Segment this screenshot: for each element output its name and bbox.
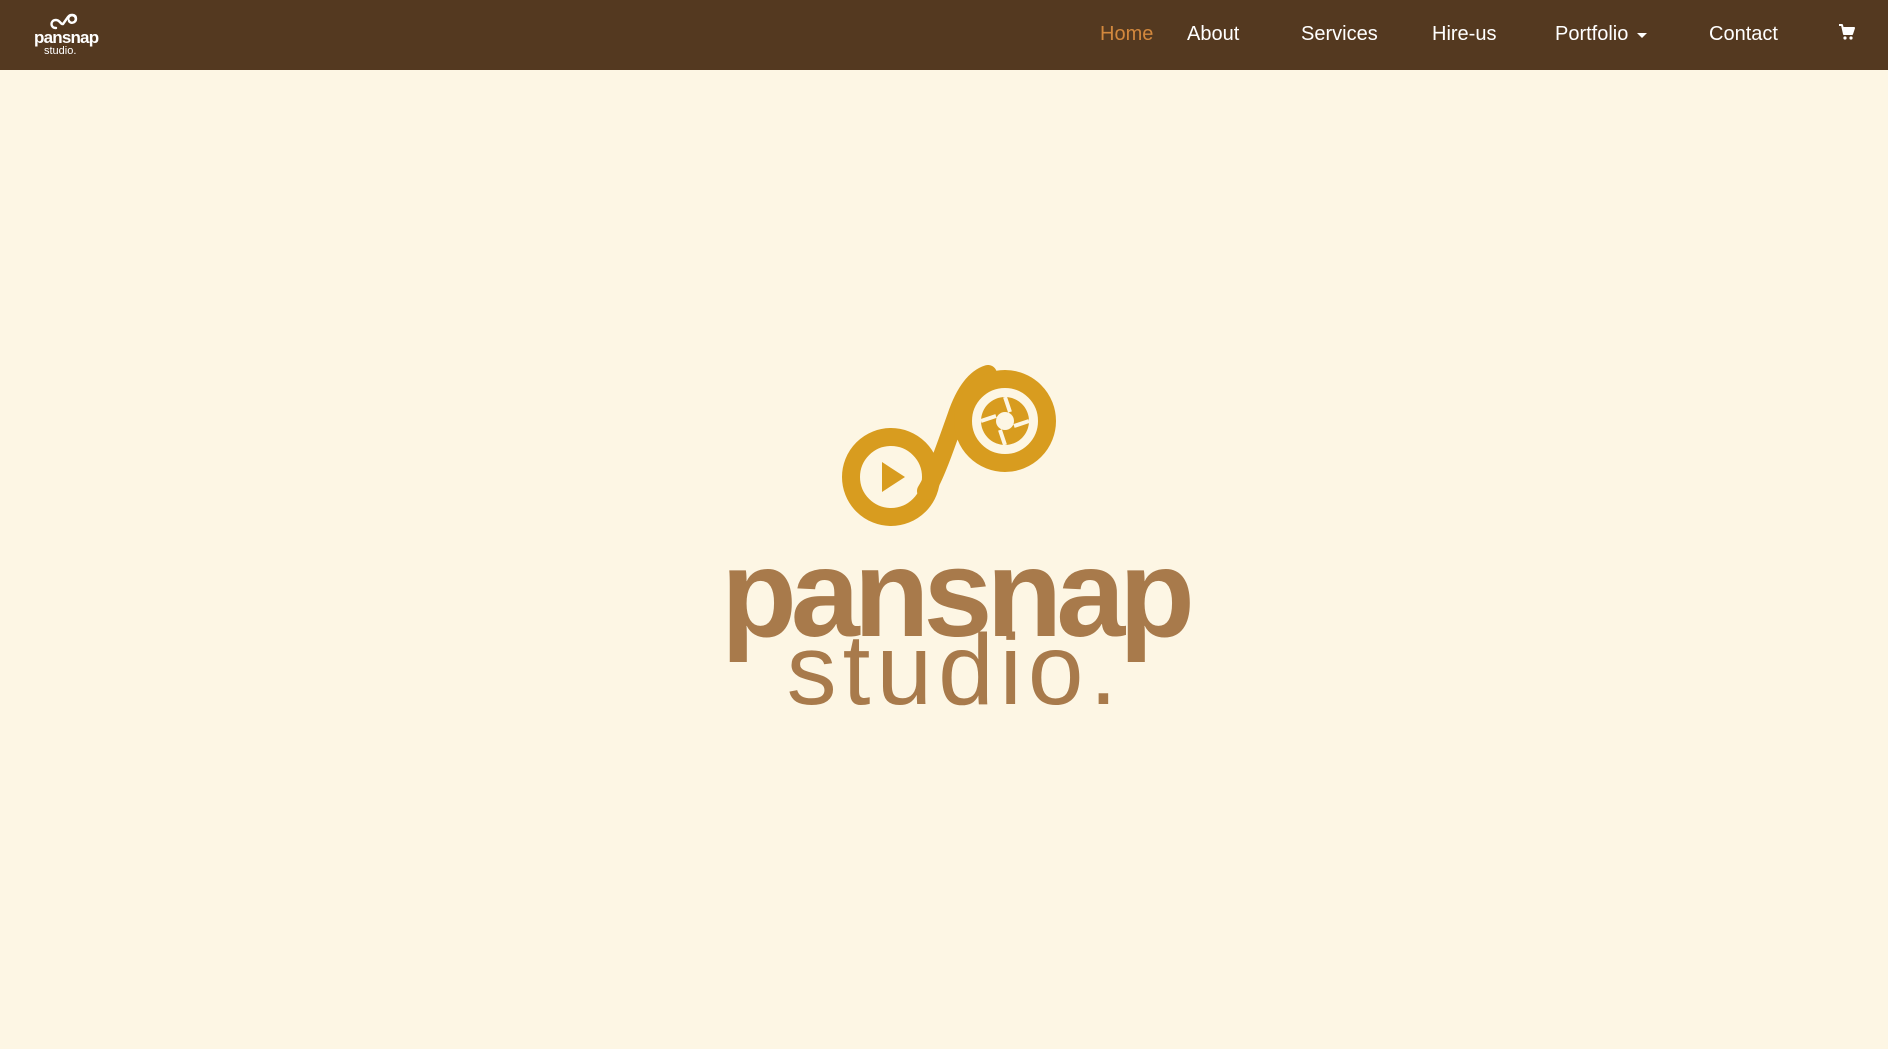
nav-hire-us[interactable]: Hire-us <box>1432 22 1496 46</box>
nav-contact[interactable]: Contact <box>1709 22 1778 46</box>
nav-portfolio-dropdown[interactable]: Portfolio <box>1555 22 1648 46</box>
nav-portfolio-label: Portfolio <box>1555 23 1629 45</box>
pansnap-mark-icon <box>842 365 1056 526</box>
nav-home[interactable]: Home <box>1100 22 1153 46</box>
shopping-cart-icon[interactable] <box>1838 23 1856 41</box>
caret-down-icon <box>1637 33 1648 39</box>
brand-logo-link[interactable]: pansnap studio. <box>30 12 102 60</box>
brand-name: pansnap <box>34 28 99 47</box>
brand-subtitle: studio. <box>44 45 77 57</box>
nav-services[interactable]: Services <box>1301 22 1378 46</box>
hero-brand-subtitle: studio. <box>786 614 1124 726</box>
nav-about[interactable]: About <box>1187 22 1239 46</box>
navbar: pansnap studio. Home About Services Hire… <box>0 0 1888 70</box>
hero-logo: pansnap studio. <box>700 365 1210 720</box>
